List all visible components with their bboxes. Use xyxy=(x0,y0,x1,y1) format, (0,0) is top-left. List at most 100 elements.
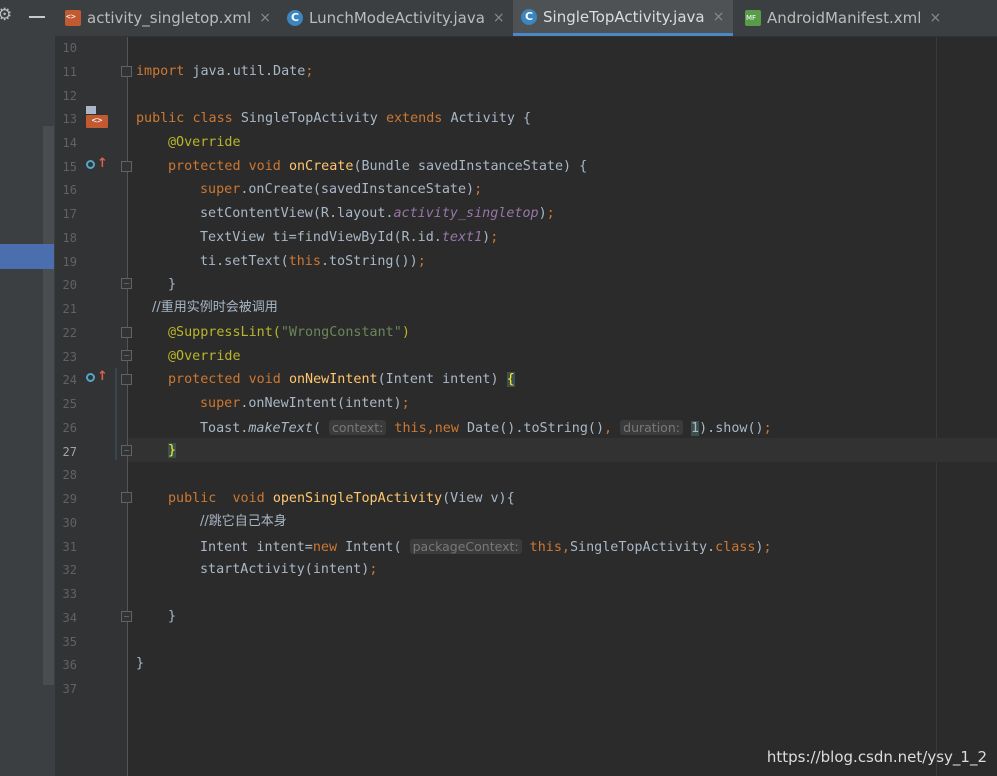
annotation: @Override xyxy=(168,349,241,364)
tab-singletop-activity[interactable]: SingleTopActivity.java × xyxy=(513,0,733,36)
line-number: 34 xyxy=(62,611,77,625)
fold-marker[interactable] xyxy=(121,66,132,77)
keyword: class xyxy=(192,111,233,126)
tab-label: activity_singletop.xml xyxy=(87,9,252,27)
close-icon[interactable]: × xyxy=(493,10,505,26)
params: (Bundle savedInstanceState) { xyxy=(353,159,588,174)
line-number: 36 xyxy=(62,658,77,672)
fold-marker[interactable] xyxy=(121,161,132,172)
punctuation: , xyxy=(604,421,613,436)
code-text: ).show() xyxy=(699,421,764,436)
fold-marker[interactable] xyxy=(121,492,132,503)
fold-marker[interactable] xyxy=(121,350,132,361)
brace: { xyxy=(523,111,532,126)
close-icon[interactable]: × xyxy=(259,10,271,26)
code-line-25[interactable]: super.onNewIntent(intent); xyxy=(200,395,410,413)
code-line-13[interactable]: public class SingleTopActivity extends A… xyxy=(136,110,531,128)
code-text: setContentView(R.layout. xyxy=(200,206,394,221)
line-number: 23 xyxy=(62,350,77,364)
panel-scrollbar[interactable] xyxy=(43,126,54,685)
code-line-32[interactable]: startActivity(intent); xyxy=(200,561,377,579)
line-number: 14 xyxy=(62,136,77,150)
related-layout-xml-icon[interactable]: <> xyxy=(86,106,108,128)
code-line-21[interactable]: //重用实例时会被调用 xyxy=(152,299,278,317)
fold-marker[interactable] xyxy=(121,611,132,622)
brace: } xyxy=(136,656,145,671)
tab-activity-singletop-xml[interactable]: activity_singletop.xml × xyxy=(65,0,271,36)
code-line-31[interactable]: Intent intent=new Intent( packageContext… xyxy=(200,538,772,557)
line-number: 11 xyxy=(62,65,77,79)
punctuation: ; xyxy=(369,562,378,577)
line-number: 28 xyxy=(62,468,77,482)
code-line-22[interactable]: @SuppressLint("WrongConstant") xyxy=(168,324,410,342)
code-text: TextView ti=findViewById(R.id. xyxy=(200,230,442,245)
caret-row-highlight xyxy=(128,438,997,462)
fold-marker[interactable] xyxy=(121,445,132,456)
keyword: extends xyxy=(385,111,443,126)
vcs-change-marker[interactable] xyxy=(115,368,117,460)
punctuation: ; xyxy=(401,396,410,411)
tab-lunchmode-activity[interactable]: LunchModeActivity.java × xyxy=(287,0,505,36)
code-line-11[interactable]: import java.util.Date; xyxy=(136,63,313,81)
code-line-20[interactable]: } xyxy=(168,276,176,294)
code-line-30[interactable]: //跳它自己本身 xyxy=(200,513,287,531)
parameter-hint: duration: xyxy=(620,420,683,435)
line-number: 24 xyxy=(62,373,77,387)
code-line-23[interactable]: @Override xyxy=(168,348,241,366)
code-line-14[interactable]: @Override xyxy=(168,134,241,152)
code-text: Intent( xyxy=(337,540,402,555)
fold-marker[interactable] xyxy=(121,327,132,338)
code-line-26[interactable]: Toast.makeText( context: this,new Date()… xyxy=(200,419,772,438)
punctuation: ; xyxy=(417,254,426,269)
line-number: 16 xyxy=(62,183,77,197)
code-line-16[interactable]: super.onCreate(savedInstanceState); xyxy=(200,181,482,199)
code-line-24[interactable]: protected void onNewIntent(Intent intent… xyxy=(168,371,515,389)
override-arrow-glyph: ↑ xyxy=(97,369,108,384)
watermark: https://blog.csdn.net/ysy_1_2 xyxy=(766,748,987,766)
override-method-icon[interactable]: ↑ xyxy=(86,370,108,386)
keyword: super xyxy=(200,396,241,411)
code-line-36[interactable]: } xyxy=(136,655,144,673)
code-line-29[interactable]: public void openSingleTopActivity(View v… xyxy=(168,490,515,508)
code-line-17[interactable]: setContentView(R.layout.activity_singlet… xyxy=(200,205,555,223)
tab-android-manifest[interactable]: AndroidManifest.xml × xyxy=(745,0,941,36)
override-method-icon[interactable]: ↑ xyxy=(86,157,108,173)
line-number: 12 xyxy=(62,89,77,103)
super-class: Activity xyxy=(450,111,515,126)
keyword: class xyxy=(715,540,756,555)
gear-icon[interactable]: ⚙ xyxy=(0,5,12,25)
code-text: SingleTopActivity. xyxy=(569,540,716,555)
xml-file-icon xyxy=(65,10,81,26)
code-text: ti.setText( xyxy=(200,254,289,269)
line-number: 26 xyxy=(62,421,77,435)
override-circle-glyph xyxy=(86,160,95,169)
params: (View v){ xyxy=(442,491,515,506)
annotation: @Override xyxy=(168,135,241,150)
line-number: 35 xyxy=(62,635,77,649)
code-text: startActivity(intent) xyxy=(200,562,370,577)
parameter-hint: context: xyxy=(329,420,387,435)
class-name: SingleTopActivity xyxy=(240,111,378,126)
keyword: this xyxy=(394,421,427,436)
fold-marker[interactable] xyxy=(121,278,132,289)
fold-marker[interactable] xyxy=(121,374,132,385)
close-icon[interactable]: × xyxy=(713,9,725,25)
annotation: ) xyxy=(401,325,410,340)
code-line-15[interactable]: protected void onCreate(Bundle savedInst… xyxy=(168,158,587,176)
punctuation: , xyxy=(561,540,570,555)
code-line-18[interactable]: TextView ti=findViewById(R.id.text1); xyxy=(200,229,498,247)
punctuation: ; xyxy=(474,182,483,197)
close-icon[interactable]: × xyxy=(929,10,941,26)
editor-tab-bar: activity_singletop.xml × LunchModeActivi… xyxy=(55,0,997,37)
field-ref: activity_singletop xyxy=(393,206,539,221)
code-line-27[interactable]: } xyxy=(168,442,177,460)
code-line-19[interactable]: ti.setText(this.toString()); xyxy=(200,253,426,271)
minimize-icon[interactable] xyxy=(29,16,45,18)
punctuation: ; xyxy=(763,540,772,555)
code-line-34[interactable]: } xyxy=(168,608,176,626)
selected-tree-item[interactable] xyxy=(0,244,54,269)
punctuation: , xyxy=(426,421,435,436)
line-number-current: 27 xyxy=(62,445,77,459)
gutter-divider xyxy=(127,37,128,776)
keyword: this xyxy=(288,254,321,269)
